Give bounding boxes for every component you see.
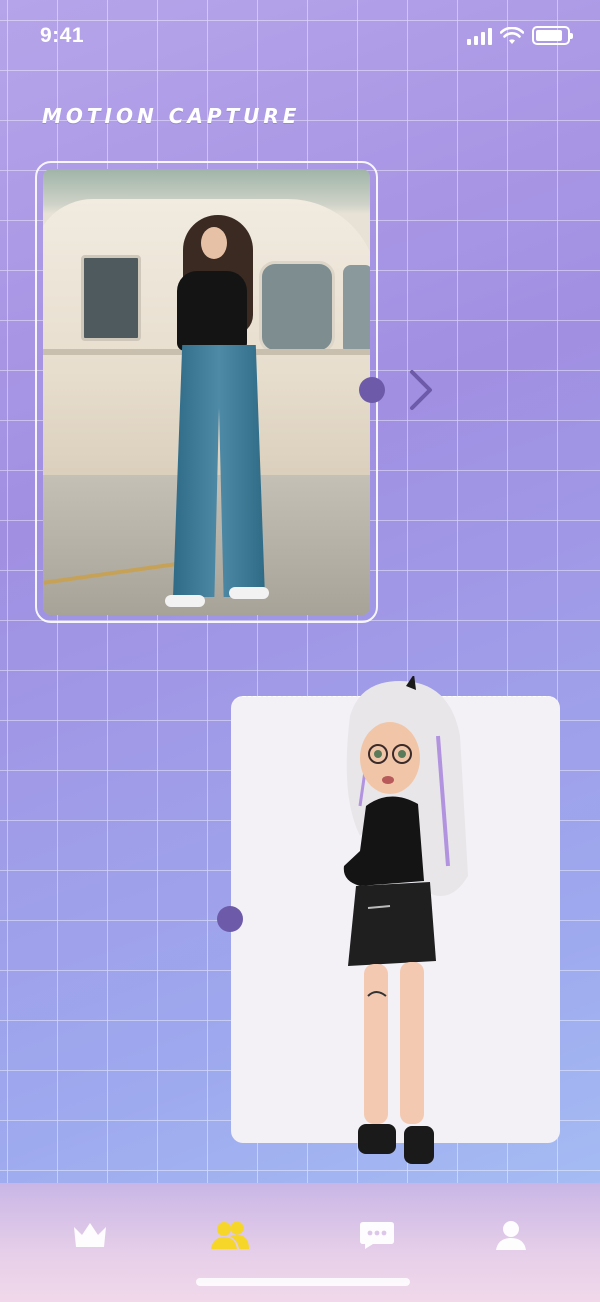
connector-dot-bottom: [217, 906, 243, 932]
tab-bar: [0, 1183, 600, 1302]
battery-icon: [532, 26, 573, 45]
tab-profile[interactable]: [489, 1217, 533, 1253]
crown-icon: [74, 1223, 106, 1247]
source-photo-card[interactable]: [35, 161, 378, 623]
status-bar: 9:41: [0, 0, 600, 70]
page-title: Motion capture: [42, 104, 301, 128]
cellular-signal-icon: [467, 27, 492, 45]
avatar-3d-image: [330, 674, 470, 1176]
chat-bubble-icon: [360, 1222, 394, 1249]
status-icons: [467, 26, 573, 45]
people-icon: [211, 1221, 249, 1249]
tab-chat[interactable]: [355, 1217, 399, 1253]
wifi-icon: [500, 27, 524, 44]
source-photo: [43, 169, 370, 615]
person-figure: [163, 215, 273, 615]
chevron-right-icon[interactable]: [404, 368, 440, 412]
home-indicator[interactable]: [196, 1278, 410, 1286]
connector-dot-top: [359, 377, 385, 403]
tab-crown[interactable]: [68, 1217, 112, 1253]
battery-level: [536, 30, 562, 41]
tab-people[interactable]: [208, 1217, 252, 1253]
user-profile-icon: [496, 1221, 526, 1250]
status-time: 9:41: [40, 24, 85, 47]
